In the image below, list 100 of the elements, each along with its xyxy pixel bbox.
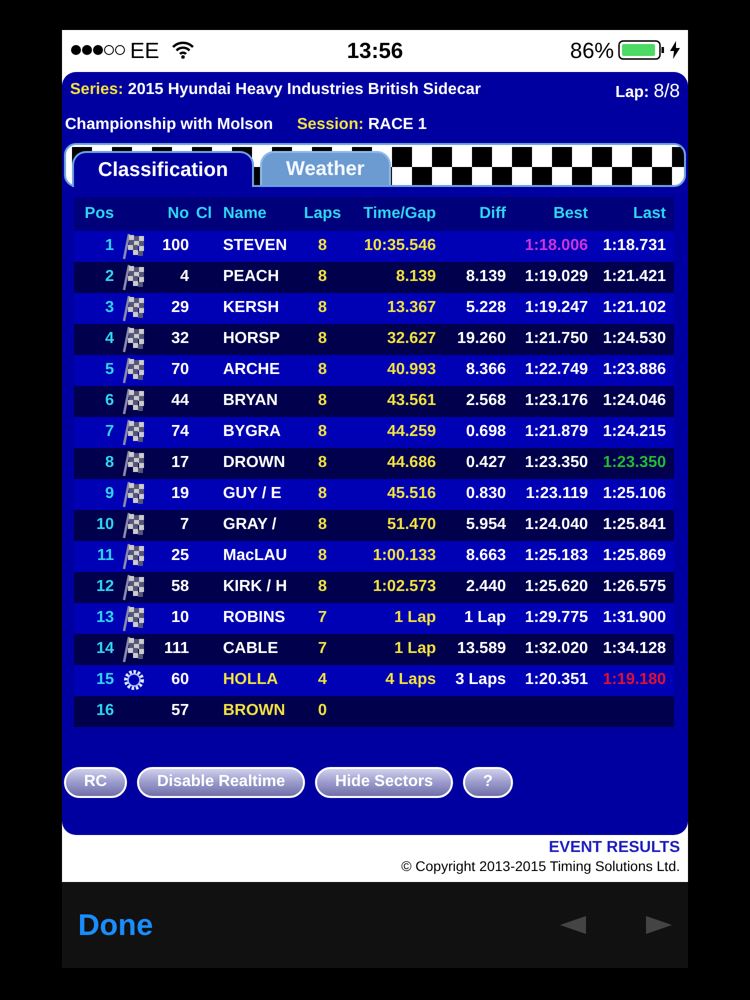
column-header: Name xyxy=(222,204,268,224)
table-cell-text: 17 xyxy=(170,453,189,473)
table-cell-text: 8.139 xyxy=(394,267,436,287)
carrier-name: EE xyxy=(130,36,160,64)
table-cell-text: 1 xyxy=(104,236,114,256)
forward-arrow-icon[interactable] xyxy=(646,916,672,934)
table-cell-text: 5.954 xyxy=(464,515,506,535)
table-cell-text: 32.627 xyxy=(386,329,436,349)
clock-time: 13:56 xyxy=(346,36,404,64)
table-cell-text: PEACH xyxy=(222,267,280,287)
table-cell-text: 19.260 xyxy=(456,329,506,349)
table-cell-text: MacLAU xyxy=(222,546,288,566)
table-cell-text: 10 xyxy=(170,608,189,628)
checkered-flag-icon xyxy=(121,294,147,322)
table-cell-text: 1:21.102 xyxy=(602,298,667,318)
checkered-flag-icon xyxy=(121,356,147,384)
table-cell-text: 1:34.128 xyxy=(602,639,667,659)
table-cell-text: 4 Laps xyxy=(384,670,436,690)
table-cell-text: 4 xyxy=(179,267,189,287)
table-cell-text: 8 xyxy=(317,422,328,442)
table-cell-text: 1:24.215 xyxy=(602,422,667,442)
table-cell-text: 8 xyxy=(317,546,328,566)
table-cell-text: 1:18.006 xyxy=(524,236,588,256)
column-header: Laps xyxy=(302,204,342,224)
table-cell-text: 1:25.106 xyxy=(602,484,667,504)
table-cell-text: 7 xyxy=(104,422,114,442)
back-arrow-icon[interactable] xyxy=(560,916,586,934)
table-cell-text: 74 xyxy=(170,422,189,442)
table-cell-text: 8 xyxy=(317,515,328,535)
table-cell-text: 5 xyxy=(104,360,114,380)
table-cell-text: 1:21.879 xyxy=(524,422,588,442)
table-cell-text: 45.516 xyxy=(386,484,436,504)
session-label: Session: RACE 1 xyxy=(296,114,427,134)
wifi-icon xyxy=(171,41,196,59)
table-cell-text: 8 xyxy=(317,298,328,318)
table-cell-text: 8 xyxy=(317,391,328,411)
pill-button[interactable]: RC xyxy=(64,766,128,798)
pill-button[interactable]: ? xyxy=(462,766,513,798)
table-cell-text: 12 xyxy=(95,577,114,597)
table-cell-text: 2.440 xyxy=(464,577,506,597)
tab[interactable]: Weather xyxy=(260,150,391,184)
table-cell-text: 60 xyxy=(170,670,189,690)
table-cell-text: GUY / E xyxy=(222,484,282,504)
table-cell-text: 8 xyxy=(317,329,328,349)
table-cell-text: 1:29.775 xyxy=(524,608,588,628)
table-cell-text: 1:24.530 xyxy=(602,329,667,349)
table-cell-text: 25 xyxy=(170,546,189,566)
table-cell-text: 1:19.247 xyxy=(524,298,588,318)
table-cell-text: 5.228 xyxy=(464,298,506,318)
table-cell-text: 1:23.119 xyxy=(524,484,588,504)
table-cell-text: KERSH xyxy=(222,298,280,318)
table-cell-text: 0.698 xyxy=(464,422,506,442)
pill-button[interactable]: Disable Realtime xyxy=(137,766,306,798)
table-cell-text: 1 Lap xyxy=(393,639,436,659)
table-cell-text: 29 xyxy=(170,298,189,318)
table-cell-text: 57 xyxy=(170,701,189,721)
table-cell-text: 11 xyxy=(96,546,114,566)
table-cell-text: 8 xyxy=(104,453,114,473)
table-cell-text: HORSP xyxy=(222,329,281,349)
table-cell-text: 7 xyxy=(317,608,328,628)
tab[interactable]: Classification xyxy=(72,150,254,186)
table-cell-text: 0.427 xyxy=(464,453,506,473)
table-cell-text: 40.993 xyxy=(386,360,436,380)
table-cell-text: 15 xyxy=(95,670,114,690)
checkered-flag-icon xyxy=(121,480,147,508)
checkered-flag-icon xyxy=(121,511,147,539)
checkered-flag-icon xyxy=(121,418,147,446)
table-cell-text: 10 xyxy=(95,515,114,535)
table-cell-text: 1:24.046 xyxy=(602,391,667,411)
table-cell-text: 9 xyxy=(104,484,114,504)
series-title-continued: Championship with Molson xyxy=(65,114,273,134)
done-button[interactable]: Done xyxy=(78,902,153,948)
table-cell-text: 100 xyxy=(161,236,189,256)
event-results-link[interactable]: EVENT RESULTS xyxy=(548,839,680,857)
table-cell-text: 0.830 xyxy=(464,484,506,504)
table-cell-text: 7 xyxy=(179,515,189,535)
table-cell-text: 1:21.421 xyxy=(602,267,667,287)
table-cell-text: 1:19.029 xyxy=(524,267,588,287)
copyright-text: © Copyright 2013-2015 Timing Solutions Ltd. xyxy=(401,857,680,875)
table-cell-text: 16 xyxy=(95,701,114,721)
table-cell-text: 1:25.620 xyxy=(524,577,588,597)
table-cell-text: ARCHE xyxy=(222,360,281,380)
table-cell-text: 8 xyxy=(317,484,328,504)
battery-icon xyxy=(618,39,666,61)
pill-button[interactable]: Hide Sectors xyxy=(315,766,453,798)
series-title: Series: 2015 Hyundai Heavy Industries British Sidecar xyxy=(70,80,482,100)
table-cell-text: 8 xyxy=(317,236,328,256)
column-header: Time/Gap xyxy=(362,204,436,224)
table-cell-text: 10:35.546 xyxy=(362,236,436,256)
table-cell-text: 13.589 xyxy=(456,639,506,659)
table-cell-text: 1:22.749 xyxy=(524,360,588,380)
table-cell-text: 1:24.040 xyxy=(524,515,588,535)
table-cell-text: KIRK / H xyxy=(222,577,288,597)
table-cell-text: 1:25.841 xyxy=(602,515,667,535)
checkered-flag-icon xyxy=(121,387,147,415)
table-cell-text: 32 xyxy=(170,329,189,349)
table-cell-text: 8.366 xyxy=(464,360,506,380)
column-header: Last xyxy=(632,204,667,224)
table-cell-text: ROBINS xyxy=(222,608,286,628)
table-cell-text: 1:20.351 xyxy=(524,670,588,690)
